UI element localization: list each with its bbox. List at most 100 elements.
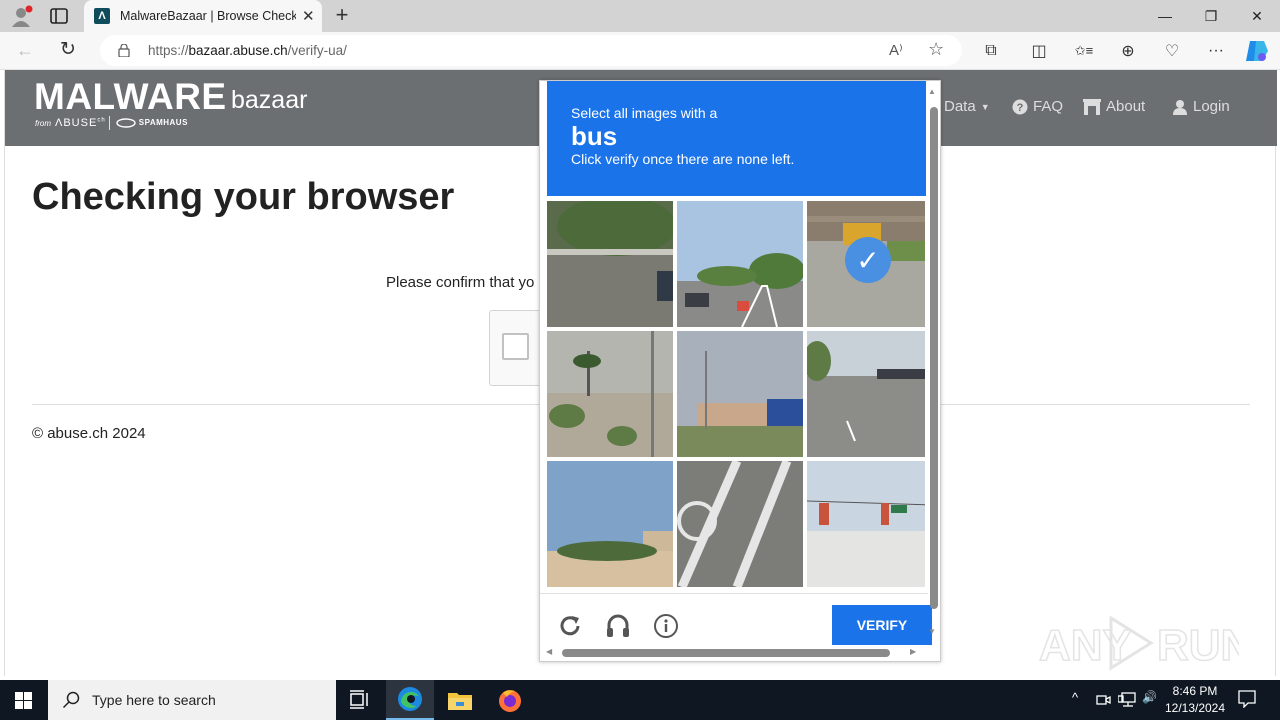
vertical-scrollbar-thumb[interactable] — [930, 107, 938, 609]
horizontal-scrollbar-thumb[interactable] — [562, 649, 890, 657]
tile-image — [547, 201, 673, 327]
nav-data-label: Data — [944, 98, 976, 115]
image-grid: ✓ — [547, 201, 927, 589]
meet-now-icon[interactable] — [1095, 692, 1111, 708]
tile-image — [807, 461, 925, 587]
address-bar[interactable]: https://bazaar.abuse.ch/verify-ua/ — [100, 35, 962, 66]
logo-spamhaus: SPAMHAUS — [116, 118, 188, 128]
notification-center-icon[interactable] — [1238, 690, 1256, 708]
firefox-icon — [499, 690, 521, 712]
anyrun-watermark: ANY RUN — [1039, 615, 1239, 671]
tile-image — [677, 331, 803, 457]
taskbar-edge-app[interactable] — [386, 680, 434, 720]
recaptcha-checkbox[interactable] — [502, 333, 529, 360]
restore-button[interactable]: ❐ — [1188, 0, 1234, 32]
taskbar-firefox-app[interactable] — [486, 680, 534, 720]
captcha-tile-7[interactable] — [547, 461, 673, 587]
extensions-icon[interactable]: ⧉ — [978, 38, 1004, 64]
task-view-icon[interactable] — [348, 690, 370, 710]
minimize-button[interactable]: — — [1142, 0, 1188, 32]
folder-icon — [448, 693, 472, 710]
favorites-icon[interactable]: ✩≡ — [1071, 38, 1097, 64]
lock-icon[interactable] — [118, 44, 130, 57]
nav-login-label: Login — [1193, 98, 1230, 115]
nav-faq-label: FAQ — [1033, 98, 1064, 115]
tile-image — [547, 331, 673, 457]
taskbar-clock[interactable]: 8:46 PM 12/13/2024 — [1160, 683, 1230, 717]
caret-down-icon: ▼ — [980, 101, 990, 112]
building-icon — [1083, 98, 1101, 115]
scroll-right-arrow[interactable]: ▶ — [910, 647, 916, 656]
challenge-target: bus — [571, 121, 618, 151]
windows-start-icon[interactable] — [15, 692, 32, 709]
selected-check-icon: ✓ — [845, 237, 891, 283]
info-icon[interactable] — [653, 613, 679, 639]
tile-image — [677, 461, 803, 587]
nav-faq[interactable]: ? FAQ — [1012, 98, 1063, 115]
taskbar-search-box[interactable]: Type here to search — [48, 680, 336, 720]
more-menu-icon[interactable]: ··· — [1203, 38, 1229, 64]
taskbar-file-explorer-app[interactable] — [436, 680, 484, 720]
favorite-star-icon[interactable]: ☆ — [928, 39, 944, 60]
captcha-tile-5[interactable] — [677, 331, 803, 457]
captcha-tile-2[interactable] — [677, 201, 803, 327]
captcha-tile-6[interactable] — [807, 331, 925, 457]
nav-login[interactable]: Login — [1172, 98, 1230, 115]
reload-button[interactable]: ↻ — [60, 38, 76, 61]
scroll-up-arrow[interactable]: ▲ — [928, 87, 936, 96]
tile-image — [547, 461, 673, 587]
url-text[interactable]: https://bazaar.abuse.ch/verify-ua/ — [148, 43, 347, 58]
reload-challenge-icon[interactable] — [557, 613, 583, 639]
browser-nav-bar: ← ↻ https://bazaar.abuse.ch/verify-ua/ A… — [0, 32, 1280, 70]
captcha-tile-4[interactable] — [547, 331, 673, 457]
windows-taskbar: Type here to search ^ 🔊 8:46 PM 12/13/20… — [0, 680, 1280, 720]
page-title: Checking your browser — [32, 176, 455, 218]
logo-divider — [109, 116, 110, 130]
logo-abuse: ΛBUSEch — [55, 117, 106, 129]
edge-icon — [398, 687, 422, 711]
profile-icon[interactable] — [10, 5, 34, 27]
copilot-icon[interactable] — [1244, 39, 1270, 63]
verify-button[interactable]: VERIFY — [832, 605, 932, 645]
question-circle-icon: ? — [1012, 99, 1028, 114]
browser-health-icon[interactable]: ♡ — [1159, 38, 1185, 64]
logo-bazaar[interactable]: bazaar — [231, 86, 307, 115]
svg-text:RUN: RUN — [1157, 621, 1239, 670]
site-favicon-icon: Λ — [94, 8, 110, 24]
nav-about-label: About — [1106, 98, 1146, 115]
challenge-header: Select all images with a bus Click verif… — [547, 81, 926, 196]
captcha-tile-1[interactable] — [547, 201, 673, 327]
tab-title: MalwareBazaar | Browse Checking your bro… — [120, 9, 296, 23]
tray-overflow-icon[interactable]: ^ — [1072, 690, 1078, 705]
captcha-tile-3[interactable]: ✓ — [807, 201, 925, 327]
nav-about[interactable]: About — [1083, 98, 1145, 115]
challenge-instruction: Select all images with a — [571, 105, 718, 121]
scroll-left-arrow[interactable]: ◀ — [546, 647, 552, 656]
search-placeholder: Type here to search — [92, 692, 216, 708]
captcha-tile-8[interactable] — [677, 461, 803, 587]
user-icon — [1173, 99, 1187, 115]
tab-close-icon[interactable]: ✕ — [302, 7, 315, 25]
back-button[interactable]: ← — [16, 40, 34, 61]
split-screen-icon[interactable]: ◫ — [1026, 38, 1052, 64]
network-icon[interactable] — [1118, 692, 1136, 708]
tile-image — [807, 331, 925, 457]
search-icon — [62, 691, 80, 709]
scroll-down-arrow[interactable]: ▼ — [928, 627, 936, 636]
collections-icon[interactable]: ⊕ — [1115, 38, 1141, 64]
browser-tab-active[interactable]: Λ MalwareBazaar | Browse Checking your b… — [84, 0, 322, 32]
volume-icon[interactable]: 🔊 — [1142, 690, 1157, 704]
captcha-tile-9[interactable] — [807, 461, 925, 587]
svg-text:?: ? — [1017, 102, 1024, 114]
clock-time: 8:46 PM — [1172, 684, 1218, 698]
read-aloud-icon[interactable]: A⁾ — [889, 41, 903, 59]
logo-malware[interactable]: MALWARE — [34, 76, 227, 118]
tile-image — [677, 201, 803, 327]
footer-divider — [540, 593, 928, 594]
copyright-text: © abuse.ch 2024 — [32, 425, 146, 442]
window-close-button[interactable]: ✕ — [1234, 0, 1280, 32]
tab-actions-icon[interactable] — [48, 6, 72, 26]
new-tab-button[interactable]: + — [330, 3, 354, 27]
nav-data[interactable]: Data ▼ — [944, 98, 990, 115]
audio-challenge-icon[interactable] — [605, 613, 631, 639]
